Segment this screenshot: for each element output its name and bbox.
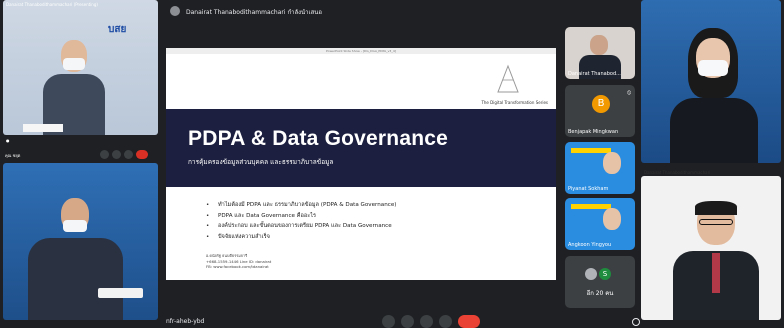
slide-window-caption: PowerPoint Slide Show - [DG_DGA_PDPA_v3_… [166, 48, 556, 54]
mute-icon[interactable] [112, 150, 121, 159]
more-icon[interactable] [124, 150, 133, 159]
slide-bullet-list: ทำไมต้องมี PDPA และ ธรรมาภิบาลข้อมูล (PD… [206, 200, 396, 242]
participant-avatar-mini [585, 268, 597, 280]
tile-caption-name: คุณ ชยุต [5, 153, 21, 158]
slide-bullet: องค์ประกอบ และขั้นตอนของการเตรียม PDPA แ… [206, 221, 396, 232]
call-controls [382, 315, 480, 328]
slide-bullet: ทำไมต้องมี PDPA และ ธรรมาภิบาลข้อมูล (PD… [206, 200, 396, 211]
pin-icon[interactable] [100, 150, 109, 159]
participant-avatar: B [592, 95, 610, 113]
participant-video [673, 201, 759, 320]
participant-name: Benjapak Mingkwan [568, 129, 619, 135]
participant-name: Angkoon Yingyou [568, 242, 612, 248]
tile-controls[interactable] [100, 150, 148, 159]
info-icon[interactable] [632, 318, 640, 326]
more-participants-count: อีก 20 คน [586, 290, 614, 297]
presenter-name: Danairat Thanabodithammachari กำลังนำเสน… [186, 9, 322, 16]
mic-off-icon: ⦸ [627, 89, 631, 96]
slide-bullet: PDPA และ Data Governance คืออะไร [206, 211, 396, 222]
presenter-avatar [170, 6, 180, 16]
slide-author-fb: FB: www.facebook.com/tdanairat [206, 264, 269, 269]
video-tile-right-bottom[interactable] [641, 176, 781, 320]
participant-tile[interactable]: Danairat Thanabod... [565, 27, 635, 79]
slide-bullet: ปัจจัยแห่งความสำเร็จ [206, 232, 396, 243]
presenter-header: Danairat Thanabodithammachari กำลังนำเสน… [166, 4, 636, 18]
present-button[interactable] [420, 315, 433, 328]
participant-name: Piyanat Sokham [568, 186, 609, 192]
slide-subtitle: การคุ้มครองข้อมูลส่วนบุคคล และธรรมาภิบาล… [188, 158, 334, 166]
org-logo-text: บสย [108, 24, 127, 35]
participant-name: Danairat Thanabod... [568, 71, 621, 77]
participant-avatar-mini: S [599, 268, 611, 280]
slide-title-band: PDPA & Data Governance การคุ้มครองข้อมูล… [166, 109, 556, 187]
video-tile-left-bottom[interactable] [3, 163, 158, 320]
slide-title: PDPA & Data Governance [188, 127, 448, 150]
camera-button[interactable] [401, 315, 414, 328]
participant-video [28, 198, 123, 320]
participant-tile[interactable]: Piyanat Sokham [565, 142, 635, 194]
more-options-button[interactable] [439, 315, 452, 328]
tile-caption: ● [6, 138, 10, 143]
meeting-code: nfr-aheb-ybd [166, 318, 205, 325]
slide-author-block: อ.ดนัยรัฐ ธนบดีธรรมจารี +668-1559-1446 L… [206, 253, 271, 270]
participant-video [43, 40, 105, 135]
participant-video [666, 28, 761, 163]
presentation-slide[interactable]: PowerPoint Slide Show - [DG_DGA_PDPA_v3_… [166, 48, 556, 280]
slide-series: The Digital Transformation Series [481, 100, 548, 105]
tile-label: Danairat Thanabodithammachari [644, 170, 711, 175]
video-tile-left-top[interactable]: Danairat Thanabodithammachari (Presentin… [3, 0, 158, 135]
participant-tile[interactable]: Angkoon Yingyou [565, 198, 635, 250]
video-tile-right-top[interactable] [641, 0, 781, 163]
participant-tile[interactable]: B ⦸ Benjapak Mingkwan [565, 85, 635, 137]
mic-button[interactable] [382, 315, 395, 328]
tile-label: Danairat Thanabodithammachari (Presentin… [6, 2, 98, 7]
remove-icon[interactable] [136, 150, 148, 159]
slide-logo-icon [496, 64, 520, 94]
end-call-button[interactable] [458, 315, 480, 328]
more-participants-tile[interactable]: S อีก 20 คน [565, 256, 635, 308]
